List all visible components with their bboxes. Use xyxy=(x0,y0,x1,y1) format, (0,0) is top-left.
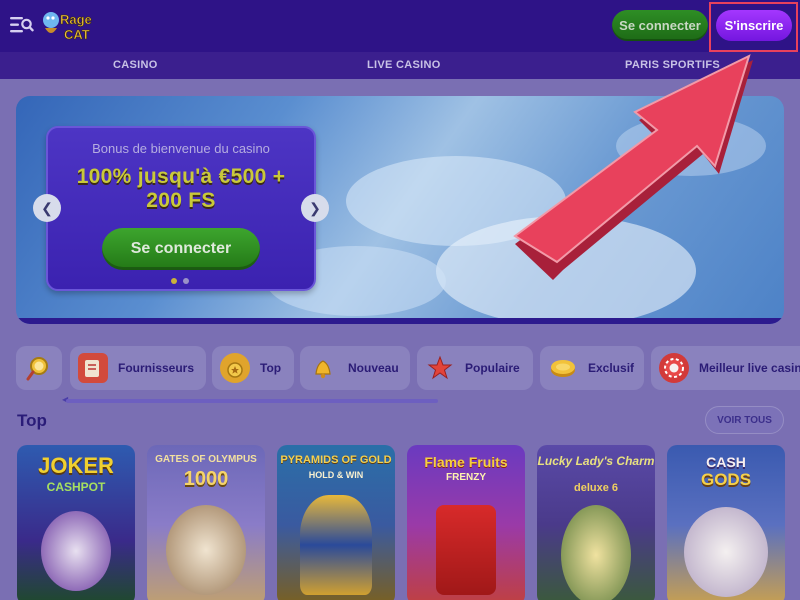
star-icon xyxy=(425,353,455,383)
medal-icon xyxy=(220,353,250,383)
ragecat-logo[interactable]: Rage CAT xyxy=(42,8,104,46)
game-card[interactable]: Flame Fruits FRENZY xyxy=(407,445,525,600)
carousel-dot-active[interactable] xyxy=(171,278,177,284)
chip-icon xyxy=(659,353,689,383)
game-card[interactable]: PYRAMIDS OF GOLD HOLD & WIN xyxy=(277,445,395,600)
category-best-live-casino[interactable]: Meilleur live casin xyxy=(651,346,800,390)
game-title: CASH xyxy=(706,454,746,470)
game-title: GATES OF OLYMPUS xyxy=(155,454,257,465)
svg-text:CAT: CAT xyxy=(64,27,90,42)
red-pointer-arrow-icon xyxy=(513,54,753,280)
game-art xyxy=(300,495,372,595)
category-exclusive[interactable]: Exclusif xyxy=(540,346,644,390)
category-label: Exclusif xyxy=(588,361,635,375)
see-all-button[interactable]: VOIR TOUS xyxy=(705,406,784,434)
chevron-right-icon[interactable]: ❯ xyxy=(301,194,329,222)
category-label: Fournisseurs xyxy=(118,361,195,375)
game-title: PYRAMIDS OF GOLD xyxy=(280,454,392,466)
game-subtitle: deluxe 6 xyxy=(573,482,619,494)
category-popular[interactable]: Populaire xyxy=(417,346,533,390)
game-art xyxy=(436,505,496,595)
category-label: Populaire xyxy=(465,361,520,375)
promo-subtitle: Bonus de bienvenue du casino xyxy=(92,141,270,156)
game-card[interactable]: JOKER CASHPOT xyxy=(17,445,135,600)
game-title: Lucky Lady's Charm xyxy=(537,454,655,468)
chevron-left-icon[interactable]: ❮ xyxy=(33,194,61,222)
game-subtitle: FRENZY xyxy=(446,472,486,483)
search-icon xyxy=(24,353,54,383)
nav-item-casino[interactable]: CASINO xyxy=(113,59,158,71)
game-art xyxy=(684,507,768,597)
bell-icon xyxy=(308,353,338,383)
section-title: Top xyxy=(17,411,47,430)
providers-icon xyxy=(78,353,108,383)
game-art xyxy=(561,505,631,600)
category-top[interactable]: Top xyxy=(212,346,294,390)
game-title: JOKER xyxy=(38,453,114,478)
category-label: Nouveau xyxy=(348,361,399,375)
login-button[interactable]: Se connecter xyxy=(612,10,708,41)
promo-title: 100% jusqu'à €500 + 200 FS xyxy=(46,165,316,213)
promo-title-line2: 200 FS xyxy=(146,189,216,212)
menu-search-icon[interactable] xyxy=(10,14,34,36)
category-search[interactable] xyxy=(16,346,62,390)
game-art xyxy=(41,511,111,591)
promo-login-button[interactable]: Se connecter xyxy=(102,228,260,270)
game-subtitle: HOLD & WIN xyxy=(308,470,364,480)
promo-title-line1: 100% jusqu'à €500 + xyxy=(76,165,286,188)
game-subtitle: 1000 xyxy=(183,468,229,490)
game-art xyxy=(166,505,246,595)
game-card[interactable]: CASH GODS xyxy=(667,445,785,600)
category-label: Meilleur live casin xyxy=(699,361,800,375)
game-subtitle: CASHPOT xyxy=(46,480,106,494)
category-scrollbar[interactable] xyxy=(66,399,438,403)
game-card[interactable]: GATES OF OLYMPUS 1000 xyxy=(147,445,265,600)
signup-button[interactable]: S'inscrire xyxy=(716,10,792,41)
svg-text:Rage: Rage xyxy=(60,12,92,27)
category-providers[interactable]: Fournisseurs xyxy=(70,346,206,390)
category-new[interactable]: Nouveau xyxy=(300,346,410,390)
category-label: Top xyxy=(260,361,282,375)
carousel-dot[interactable] xyxy=(183,278,189,284)
game-title: Flame Fruits xyxy=(424,454,508,470)
coin-icon xyxy=(548,353,578,383)
game-card[interactable]: Lucky Lady's Charm deluxe 6 xyxy=(537,445,655,600)
game-subtitle: GODS xyxy=(700,470,752,489)
nav-item-live-casino[interactable]: LIVE CASINO xyxy=(367,59,441,71)
